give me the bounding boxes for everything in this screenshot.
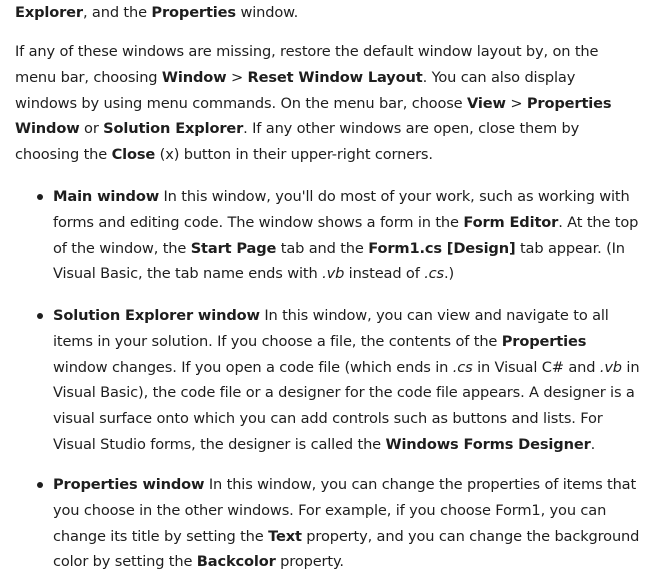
menu-reset-window-layout: Reset Window Layout xyxy=(247,68,423,86)
bullet-title: Properties window xyxy=(53,476,205,493)
menu-view: View xyxy=(467,94,506,112)
term-close: Close xyxy=(111,146,156,164)
bullet-title: Main window xyxy=(53,188,160,205)
layout-paragraph: If any of these windows are missing, res… xyxy=(15,43,612,164)
intro-line: Explorer, and the Properties window. xyxy=(15,4,299,21)
term-properties: Properties xyxy=(151,4,236,21)
document-page: Explorer, and the Properties window. If … xyxy=(0,0,646,582)
bullet-title: Solution Explorer window xyxy=(53,307,260,324)
list-item-main-window: Main window In this window, you'll do mo… xyxy=(37,184,640,287)
menu-window: Window xyxy=(161,68,227,86)
menu-solution-explorer: Solution Explorer xyxy=(103,120,244,138)
list-item-solution-explorer: Solution Explorer window In this window,… xyxy=(37,303,640,458)
list-item-properties-window: Properties window In this window, you ca… xyxy=(37,472,640,575)
term-explorer: Explorer xyxy=(15,4,83,21)
